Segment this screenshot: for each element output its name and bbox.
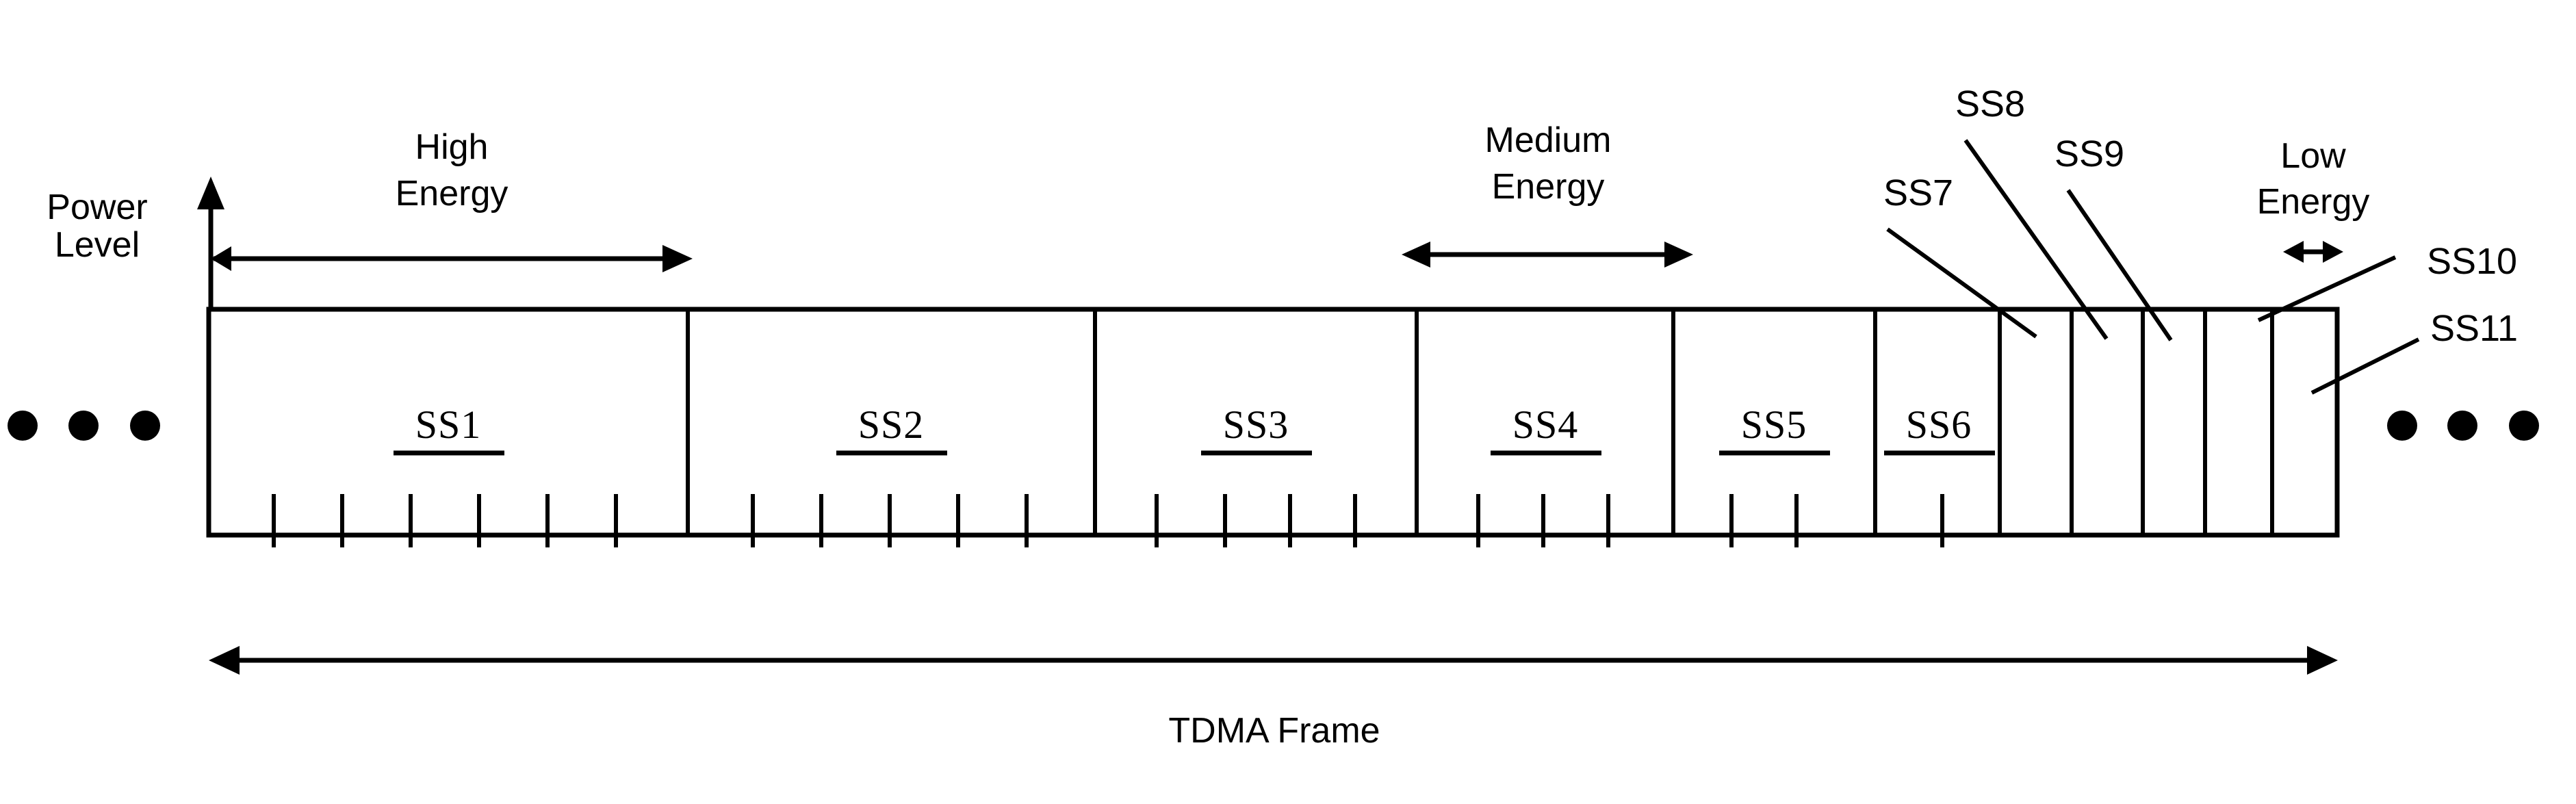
slot-label-ss5: SS5: [1719, 402, 1830, 456]
high-energy-arrow-tail-icon: [211, 246, 231, 271]
slot-callout-text: SS11: [2430, 308, 2518, 349]
axis-label-line2: Level: [55, 225, 140, 265]
medium-energy-arrowhead-right-icon: [1664, 242, 1693, 268]
slot-label-text: SS3: [1223, 402, 1289, 447]
slot-label-text: SS6: [1906, 402, 1972, 447]
slot-callout-text: SS10: [2427, 241, 2517, 282]
high-energy-arrowhead-icon: [662, 245, 693, 272]
leader-line: [2310, 337, 2420, 395]
frame-arrowhead-left-icon: [209, 646, 240, 675]
tdma-frame-diagram: Power Level High Energy Medium Energy Lo…: [8, 83, 2539, 751]
low-energy-label-line2: Energy: [2257, 182, 2370, 222]
time-tick-marks: [272, 494, 1944, 547]
slot-callout-text: SS7: [1883, 172, 1953, 213]
leader-line: [1886, 227, 2037, 339]
low-energy-annotation: Low Energy: [2257, 136, 2370, 263]
slot-label-ss1: SS1: [394, 402, 504, 456]
high-energy-label-line1: High: [415, 127, 489, 167]
medium-energy-label-line2: Energy: [1492, 167, 1605, 207]
left-ellipsis: [8, 411, 160, 441]
slot-label-ss2: SS2: [836, 402, 947, 456]
slot-label-text: SS1: [415, 402, 482, 447]
axis-label-line1: Power: [47, 187, 147, 227]
frame-arrowhead-right-icon: [2307, 646, 2338, 675]
high-energy-annotation: High Energy: [211, 127, 693, 272]
low-energy-arrowhead-right-icon: [2323, 241, 2343, 263]
slot-label-ss4: SS4: [1491, 402, 1601, 456]
slot-callout-text: SS8: [1955, 83, 2025, 125]
tdma-frame-label: TDMA Frame: [1168, 711, 1380, 751]
medium-energy-label-line1: Medium: [1485, 120, 1612, 160]
slot-label-ss3: SS3: [1201, 402, 1312, 456]
slot-label-ss6: SS6: [1884, 402, 1995, 456]
medium-energy-annotation: Medium Energy: [1402, 120, 1693, 268]
slot-callout-text: SS9: [2055, 133, 2124, 174]
slot-callout-ss11: SS11: [2310, 308, 2518, 395]
leader-line: [2066, 189, 2173, 341]
slot-label-text: SS2: [858, 402, 925, 447]
low-energy-arrowhead-left-icon: [2283, 241, 2304, 263]
slot-label-text: SS4: [1512, 402, 1579, 447]
figure-canvas: Power Level High Energy Medium Energy Lo…: [0, 0, 2576, 804]
tdma-frame-extent-arrow: [209, 646, 2338, 675]
right-ellipsis: [2387, 411, 2539, 441]
high-energy-label-line2: Energy: [396, 174, 508, 213]
low-energy-label-line1: Low: [2280, 136, 2346, 176]
slot-label-text: SS5: [1741, 402, 1807, 447]
slot-callout-ss7: SS7: [1883, 172, 2037, 339]
medium-energy-arrowhead-left-icon: [1402, 242, 1430, 268]
power-level-axis: [197, 177, 224, 309]
axis-arrowhead-icon: [197, 177, 224, 209]
